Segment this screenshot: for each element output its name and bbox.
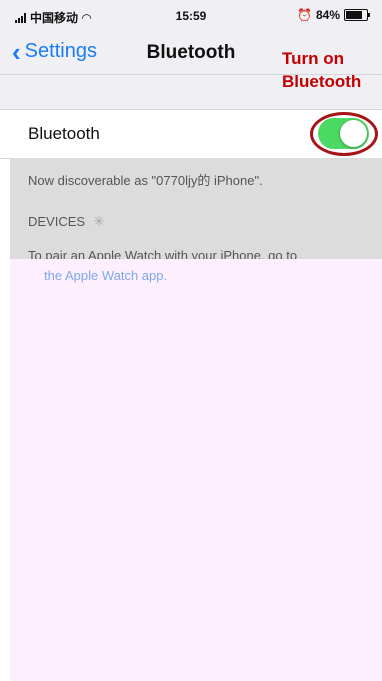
devices-section-header: DEVICES ✳	[28, 213, 105, 230]
devices-label: DEVICES	[28, 214, 86, 229]
apple-watch-app-link[interactable]: the Apple Watch app.	[44, 268, 167, 283]
annotation-circle	[310, 112, 378, 156]
bluetooth-label: Bluetooth	[28, 124, 100, 143]
loading-spinner-icon: ✳	[93, 213, 105, 229]
status-bar: 中国移动 ◠ 15:59 ⏰ 84%	[0, 0, 382, 34]
battery-percent: 84%	[315, 8, 340, 22]
discoverable-text: Now discoverable as "0770ljy的 iPhone".	[28, 173, 263, 188]
annotation-text: Turn on Bluetooth	[282, 47, 378, 93]
blank-region	[10, 259, 382, 681]
battery-icon	[344, 9, 370, 21]
annotation-line-1: Turn on	[282, 49, 344, 68]
annotation-line-2: Bluetooth	[282, 72, 362, 91]
alarm-icon: ⏰	[297, 8, 312, 22]
status-right: ⏰ 84%	[297, 8, 370, 22]
